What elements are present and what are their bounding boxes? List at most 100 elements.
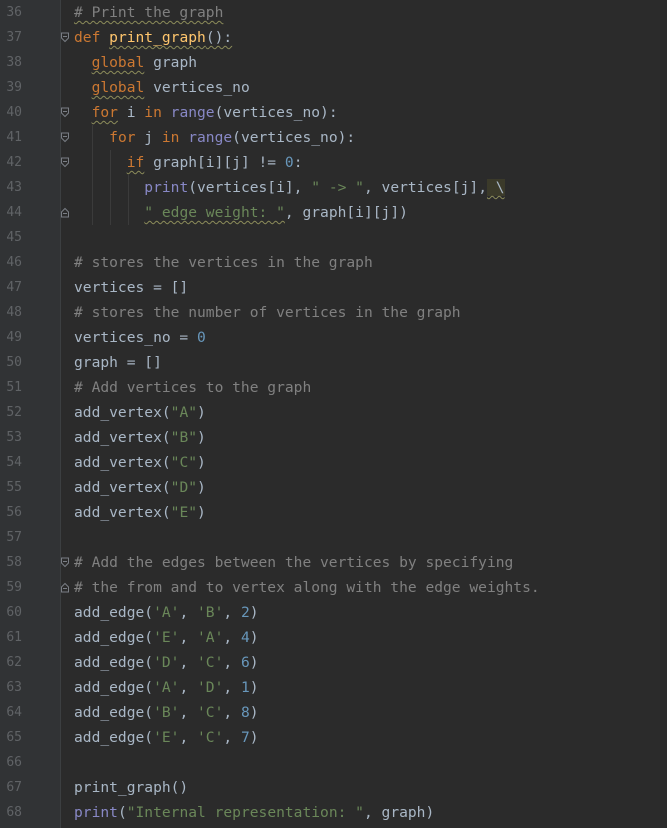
code-token: , <box>223 679 241 696</box>
code-token: "E" <box>170 504 198 521</box>
code-token: print <box>74 804 118 821</box>
code-token: , <box>179 629 198 646</box>
line-number: 62 <box>6 655 22 670</box>
code-token: range <box>188 129 233 146</box>
line-number: 45 <box>6 230 22 245</box>
code-token: 'E' <box>153 729 180 746</box>
code-token: add_edge( <box>74 604 154 621</box>
code-line[interactable]: add_edge('E', 'C', 7) <box>74 725 259 750</box>
code-token: # Print the graph <box>74 4 224 21</box>
code-line[interactable]: add_vertex("A") <box>74 400 206 425</box>
line-number: 46 <box>6 255 22 270</box>
line-number: 36 <box>6 5 22 20</box>
code-token: , <box>179 679 198 696</box>
code-token: , graph[i][j]) <box>284 204 408 221</box>
code-token: in <box>161 129 189 146</box>
code-line[interactable]: add_edge('B', 'C', 8) <box>74 700 259 725</box>
code-line[interactable]: print("Internal representation: ", graph… <box>74 800 434 825</box>
fold-collapse-icon[interactable] <box>60 150 70 175</box>
code-token: 'C' <box>197 704 224 721</box>
line-number: 66 <box>6 755 22 770</box>
code-line[interactable]: # Add vertices to the graph <box>74 375 311 400</box>
code-token: "Internal representation: " <box>126 804 364 821</box>
code-line[interactable]: def print_graph(): <box>74 25 232 50</box>
code-token: 'B' <box>197 604 224 621</box>
code-token: vertices_no = <box>74 329 198 346</box>
code-token: , vertices[j], <box>363 179 487 196</box>
code-line[interactable]: add_edge('E', 'A', 4) <box>74 625 259 650</box>
code-line[interactable]: add_edge('D', 'C', 6) <box>74 650 259 675</box>
code-token: range <box>170 104 215 121</box>
code-token: def <box>74 29 110 46</box>
line-number: 67 <box>6 780 22 795</box>
fold-end-icon[interactable] <box>60 200 70 225</box>
line-number: 58 <box>6 555 22 570</box>
line-number: 64 <box>6 705 22 720</box>
code-token: add_vertex( <box>74 454 171 471</box>
code-token: global <box>91 79 145 96</box>
code-token: add_vertex( <box>74 479 171 496</box>
fold-collapse-icon[interactable] <box>60 25 70 50</box>
code-token: j <box>135 129 162 146</box>
line-number: 65 <box>6 730 22 745</box>
code-token: 2 <box>240 604 250 621</box>
code-token: if <box>126 154 145 171</box>
code-token: , <box>223 604 241 621</box>
code-token: # Add vertices to the graph <box>74 379 312 396</box>
code-token: 4 <box>240 629 250 646</box>
code-line[interactable]: add_vertex("C") <box>74 450 206 475</box>
fold-collapse-icon[interactable] <box>60 100 70 125</box>
code-token: add_edge( <box>74 704 154 721</box>
line-number: 51 <box>6 380 22 395</box>
code-editor[interactable]: 36 # Print the graph 37 def print_graph(): 3… <box>0 0 667 828</box>
code-line[interactable]: vertices_no = 0 <box>74 325 206 350</box>
code-line[interactable]: add_edge('A', 'D', 1) <box>74 675 259 700</box>
code-token: "A" <box>170 404 198 421</box>
code-line[interactable]: global vertices_no <box>74 75 250 100</box>
code-token: ) <box>197 429 206 446</box>
line-number: 63 <box>6 680 22 695</box>
code-line[interactable]: # Print the graph <box>74 0 223 25</box>
code-token: ) <box>249 729 259 746</box>
code-token: print_graph <box>109 29 206 46</box>
code-line[interactable]: vertices = [] <box>74 275 188 300</box>
code-line[interactable]: add_vertex("E") <box>74 500 206 525</box>
code-line[interactable]: # stores the number of vertices in the g… <box>74 300 461 325</box>
code-token: add_edge( <box>74 654 154 671</box>
code-line[interactable]: # Add the edges between the vertices by … <box>74 550 513 575</box>
code-line[interactable]: add_vertex("B") <box>74 425 206 450</box>
code-line[interactable]: for j in range(vertices_no): <box>74 125 355 150</box>
code-token: 'C' <box>197 729 224 746</box>
code-token: ) <box>197 454 206 471</box>
code-token: ) <box>197 404 206 421</box>
code-token: # stores the number of vertices in the g… <box>74 304 461 321</box>
line-number: 39 <box>6 80 22 95</box>
code-line[interactable]: # stores the vertices in the graph <box>74 250 373 275</box>
code-line[interactable]: graph = [] <box>74 350 162 375</box>
fold-collapse-icon[interactable] <box>60 550 70 575</box>
fold-end-icon[interactable] <box>60 575 70 600</box>
code-line[interactable]: add_edge('A', 'B', 2) <box>74 600 259 625</box>
code-line[interactable]: # the from and to vertex along with the … <box>74 575 540 600</box>
code-token: 'A' <box>197 629 224 646</box>
code-token: (vertices_no): <box>232 129 356 146</box>
indent-guide <box>92 125 93 225</box>
code-line[interactable]: add_vertex("D") <box>74 475 206 500</box>
code-token: "C" <box>170 454 198 471</box>
code-token: 'A' <box>153 604 180 621</box>
code-token: , <box>223 704 241 721</box>
code-token: "B" <box>170 429 198 446</box>
code-token: vertices_no <box>144 79 250 96</box>
code-token: print_graph() <box>74 779 189 796</box>
code-line[interactable]: " edge weight: ", graph[i][j]) <box>74 200 408 225</box>
code-token: , <box>179 654 198 671</box>
code-line[interactable]: for i in range(vertices_no): <box>74 100 338 125</box>
code-line[interactable]: print(vertices[i], " -> ", vertices[j], … <box>74 175 505 200</box>
code-line[interactable]: print_graph() <box>74 775 188 800</box>
fold-collapse-icon[interactable] <box>60 125 70 150</box>
code-line[interactable]: global graph <box>74 50 197 75</box>
code-line[interactable]: if graph[i][j] != 0: <box>74 150 303 175</box>
line-number: 54 <box>6 455 22 470</box>
code-token: graph = [] <box>74 354 162 371</box>
